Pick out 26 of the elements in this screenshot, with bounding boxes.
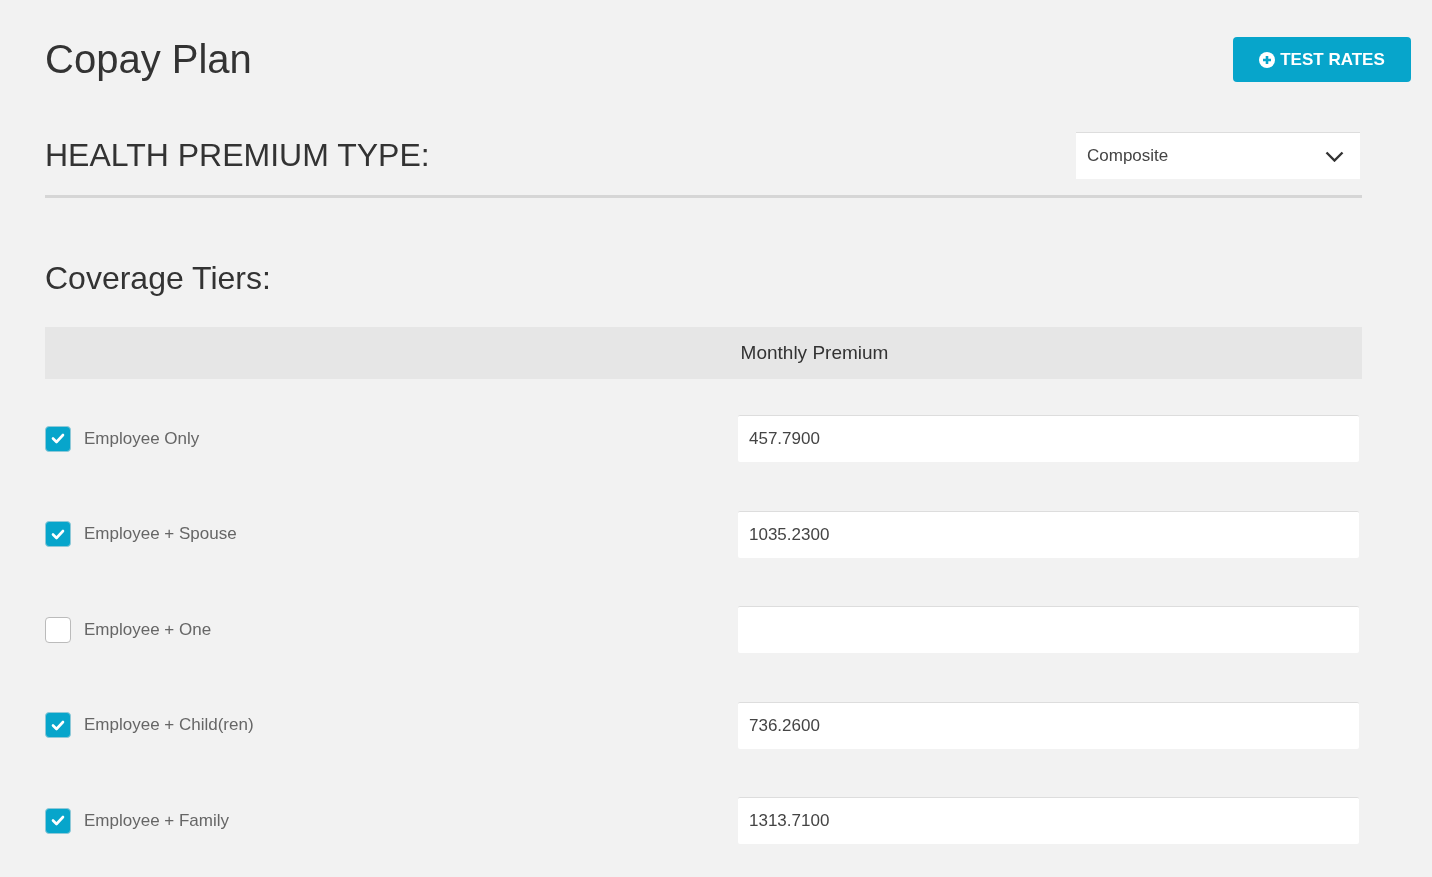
tier-label: Employee Only [84,428,200,449]
premium-input[interactable]: 1313.7100 [738,797,1359,845]
checkbox[interactable] [45,807,71,834]
tier-label: Employee + Spouse [84,524,237,545]
checkmark-icon [51,433,65,445]
tier-label: Employee + Child(ren) [84,715,254,736]
premium-input[interactable]: 1035.2300 [738,510,1359,558]
checkmark-icon [51,719,65,731]
checkmark-icon [51,815,65,827]
plus-circle-icon [1259,51,1276,68]
premium-input[interactable] [738,606,1359,654]
checkbox[interactable] [45,616,71,643]
checkbox[interactable] [45,712,71,739]
premium-input[interactable]: 736.2600 [738,701,1359,749]
tier-label: Employee + Family [84,810,230,831]
premium-type-label: HEALTH PREMIUM TYPE: [45,137,430,174]
tier-label: Employee + One [84,619,212,640]
checkbox[interactable] [45,521,71,548]
chevron-down-icon [1325,150,1344,162]
page-title: Copay Plan [45,37,252,82]
column-header: Monthly Premium [740,342,889,364]
premium-input[interactable]: 457.7900 [738,415,1359,463]
checkbox[interactable] [45,425,71,452]
checkmark-icon [51,528,65,540]
section-heading: Coverage Tiers: [45,260,272,297]
premium-type-dropdown[interactable]: Composite [1076,132,1360,179]
